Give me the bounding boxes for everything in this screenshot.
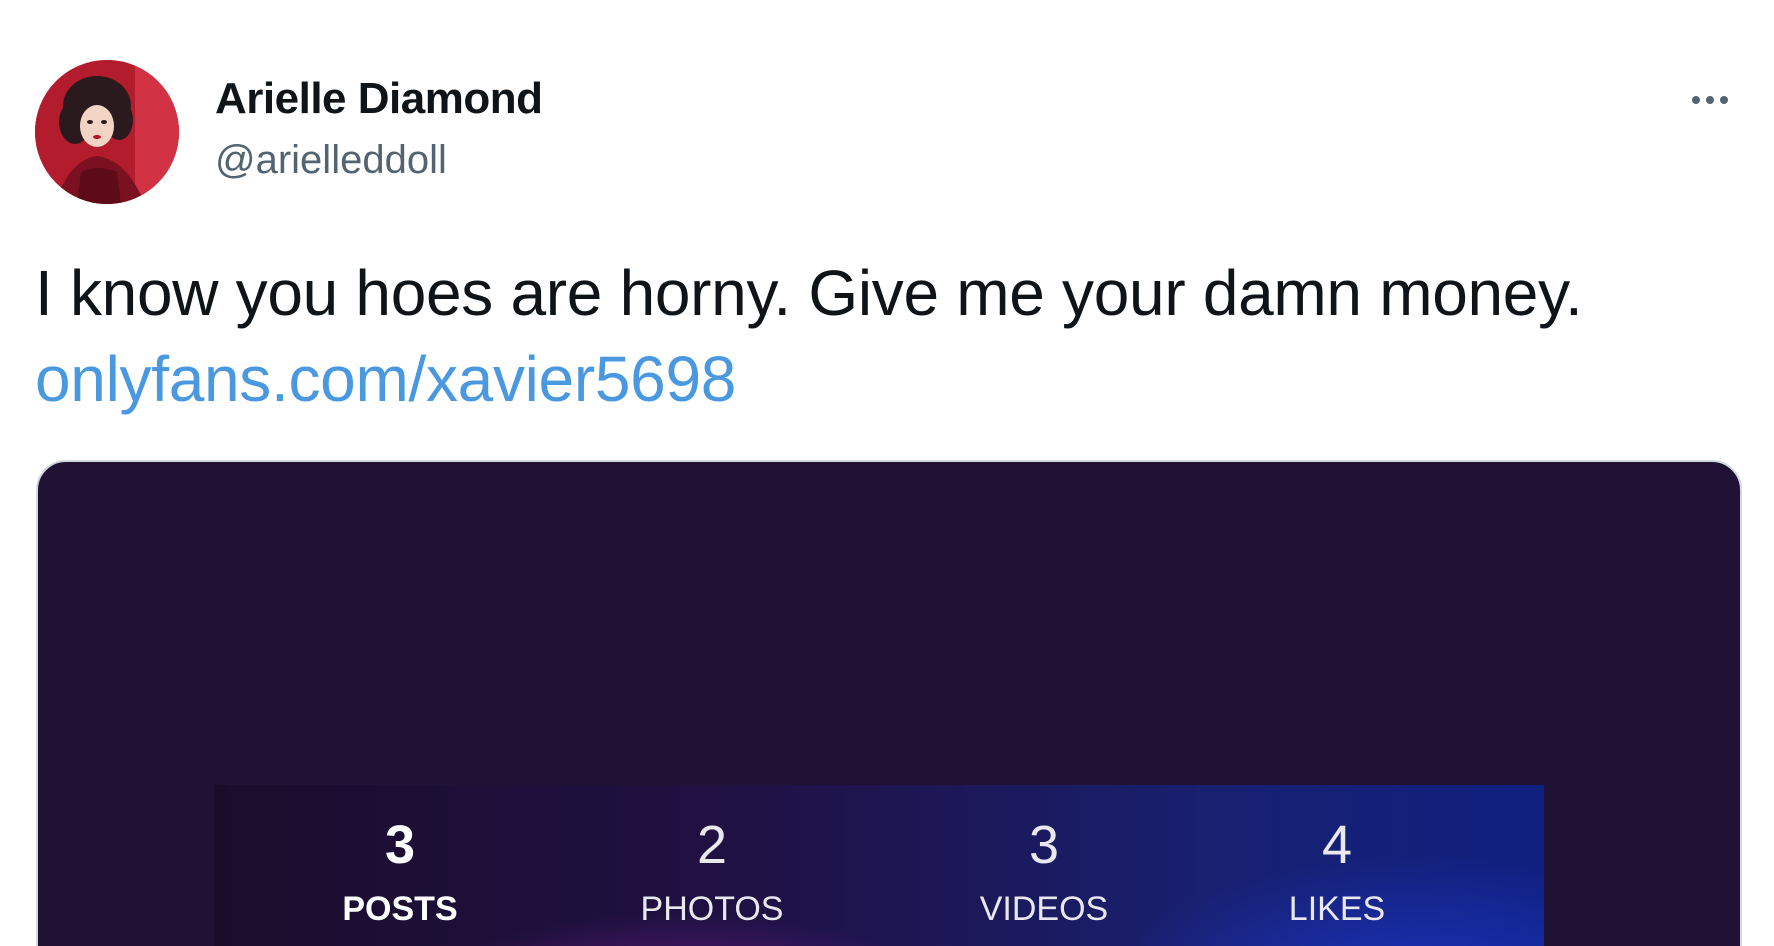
stat-value: 2 [696, 815, 728, 875]
tweet-text: I know you hoes are horny. Give me your … [35, 257, 1583, 329]
more-options-button[interactable] [1680, 80, 1740, 120]
avatar[interactable] [35, 60, 179, 204]
more-horizontal-icon-dot-3 [1720, 96, 1728, 104]
author-name[interactable]: Arielle Diamond [215, 74, 543, 124]
avatar-image [35, 60, 179, 204]
media-card[interactable]: 3 POSTS 2 PHOTOS 3 VIDEOS 4 LIKES [36, 460, 1742, 946]
stat-value: 4 [1321, 815, 1353, 875]
stat-label: VIDEOS [979, 890, 1109, 928]
stat-value: 3 [1028, 815, 1060, 875]
stat-label: PHOTOS [640, 890, 784, 928]
stat-label: POSTS [342, 890, 458, 928]
author-handle[interactable]: @arielleddoll [215, 138, 447, 183]
more-horizontal-icon-dot-2 [1706, 96, 1714, 104]
stat-likes: 4 LIKES [1227, 815, 1447, 929]
tweet-link[interactable]: onlyfans.com/xavier5698 [35, 342, 736, 416]
stat-photos: 2 PHOTOS [602, 815, 822, 929]
more-horizontal-icon [1692, 96, 1700, 104]
profile-stats-bar: 3 POSTS 2 PHOTOS 3 VIDEOS 4 LIKES [214, 785, 1544, 946]
stat-posts: 3 POSTS [290, 815, 510, 929]
stat-label: LIKES [1288, 890, 1386, 928]
tweet: Arielle Diamond @arielleddoll I know you… [0, 0, 1774, 946]
stat-videos: 3 VIDEOS [934, 815, 1154, 929]
stat-value: 3 [384, 815, 416, 875]
